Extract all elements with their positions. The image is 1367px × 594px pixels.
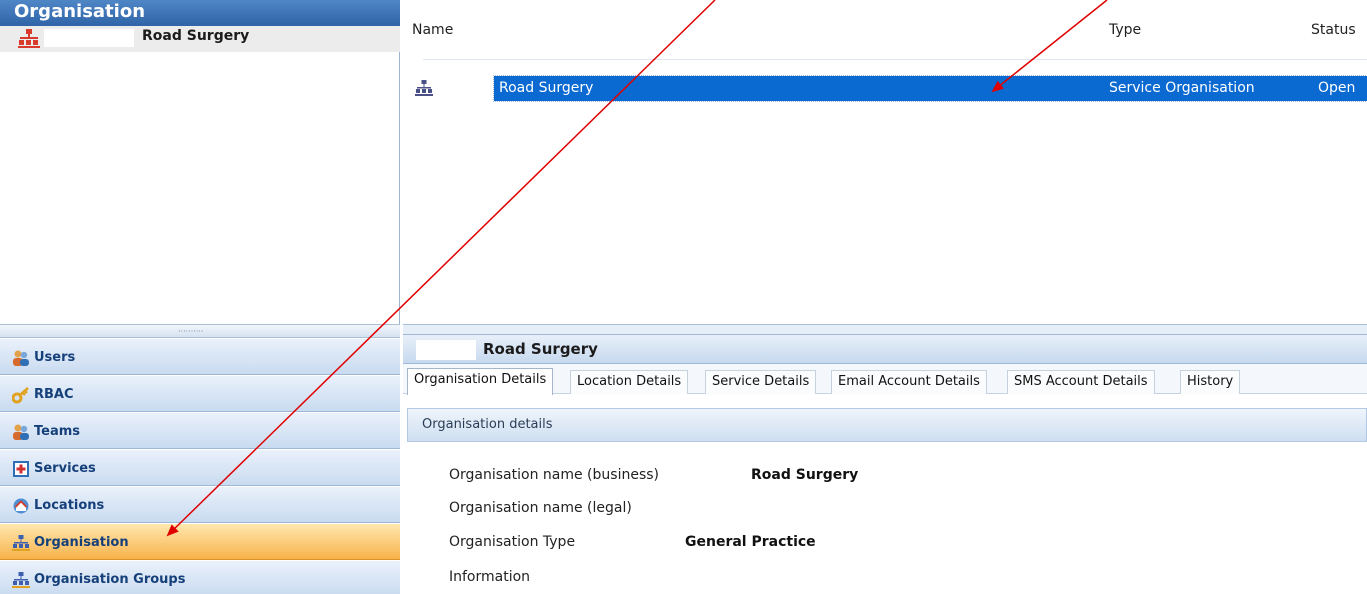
redacted-name <box>416 340 476 360</box>
field-value-business-name: Road Surgery <box>751 467 859 483</box>
tree-item-organisation[interactable]: Road Surgery <box>12 27 392 49</box>
detail-tabs: Organisation Details Location Details Se… <box>403 364 1367 395</box>
nav-services-label: Services <box>34 461 96 476</box>
row-status: Open <box>1318 80 1356 96</box>
tab-organisation-details[interactable]: Organisation Details <box>407 368 554 395</box>
nav-rbac[interactable]: RBAC <box>0 375 400 412</box>
nav-services[interactable]: Services <box>0 449 400 486</box>
field-label-information: Information <box>449 569 531 585</box>
nav-organisation-label: Organisation <box>34 535 129 550</box>
group-header-label: Organisation details <box>422 417 553 432</box>
left-panel: Organisation Road Surgery ·········· Use… <box>0 0 400 594</box>
users-icon <box>13 350 29 366</box>
services-icon <box>13 461 29 477</box>
locations-icon <box>13 498 29 514</box>
tab-history[interactable]: History <box>1180 370 1241 394</box>
detail-splitter[interactable] <box>403 324 1367 334</box>
field-value-organisation-type: General Practice <box>685 534 816 550</box>
organisation-icon <box>18 29 40 48</box>
field-label-legal-name: Organisation name (legal) <box>449 500 632 516</box>
nav-rbac-label: RBAC <box>34 387 74 402</box>
tab-sms-account-details[interactable]: SMS Account Details <box>1007 370 1155 394</box>
header-divider <box>423 59 1367 60</box>
left-panel-header: Organisation Road Surgery <box>0 0 400 52</box>
column-header-status[interactable]: Status <box>1311 22 1356 38</box>
detail-title-bar: Road Surgery <box>403 334 1367 364</box>
field-label-business-name: Organisation name (business) <box>449 467 659 483</box>
left-panel-title: Organisation <box>0 0 400 26</box>
tab-email-account-details[interactable]: Email Account Details <box>831 370 987 394</box>
organisation-groups-icon <box>12 572 30 588</box>
organisation-list: Name Type Status Road Surgery Service Or… <box>403 0 1367 324</box>
detail-panel: Road Surgery Organisation Details Locati… <box>403 324 1367 594</box>
detail-title: Road Surgery <box>483 340 598 358</box>
field-label-organisation-type: Organisation Type <box>449 534 576 550</box>
nav-locations[interactable]: Locations <box>0 486 400 523</box>
organisation-icon <box>12 535 30 551</box>
nav-teams[interactable]: Teams <box>0 412 400 449</box>
nav-organisation[interactable]: Organisation <box>0 523 400 560</box>
table-row[interactable]: Road Surgery Service Organisation Open <box>493 75 1367 102</box>
nav-organisation-groups-label: Organisation Groups <box>34 572 186 587</box>
redacted-name <box>44 29 134 47</box>
nav-teams-label: Teams <box>34 424 81 439</box>
nav-users-label: Users <box>34 350 76 365</box>
organisation-row-icon <box>415 80 433 96</box>
panel-splitter[interactable]: ·········· <box>0 324 400 338</box>
key-icon <box>12 387 29 404</box>
team-icon <box>13 424 29 440</box>
nav-users[interactable]: Users <box>0 338 400 375</box>
row-name: Road Surgery <box>499 80 594 96</box>
tab-service-details[interactable]: Service Details <box>705 370 817 394</box>
nav-organisation-groups[interactable]: Organisation Groups <box>0 560 400 594</box>
nav-locations-label: Locations <box>34 498 105 513</box>
group-header: Organisation details <box>407 408 1367 442</box>
column-header-type[interactable]: Type <box>1109 22 1141 38</box>
tab-location-details[interactable]: Location Details <box>570 370 689 394</box>
list-header: Name Type Status <box>403 0 1367 62</box>
tree-item-label: Road Surgery <box>142 28 250 44</box>
splitter-grip-icon: ·········· <box>178 327 204 336</box>
row-type: Service Organisation <box>1109 80 1255 96</box>
column-header-name[interactable]: Name <box>412 22 453 38</box>
